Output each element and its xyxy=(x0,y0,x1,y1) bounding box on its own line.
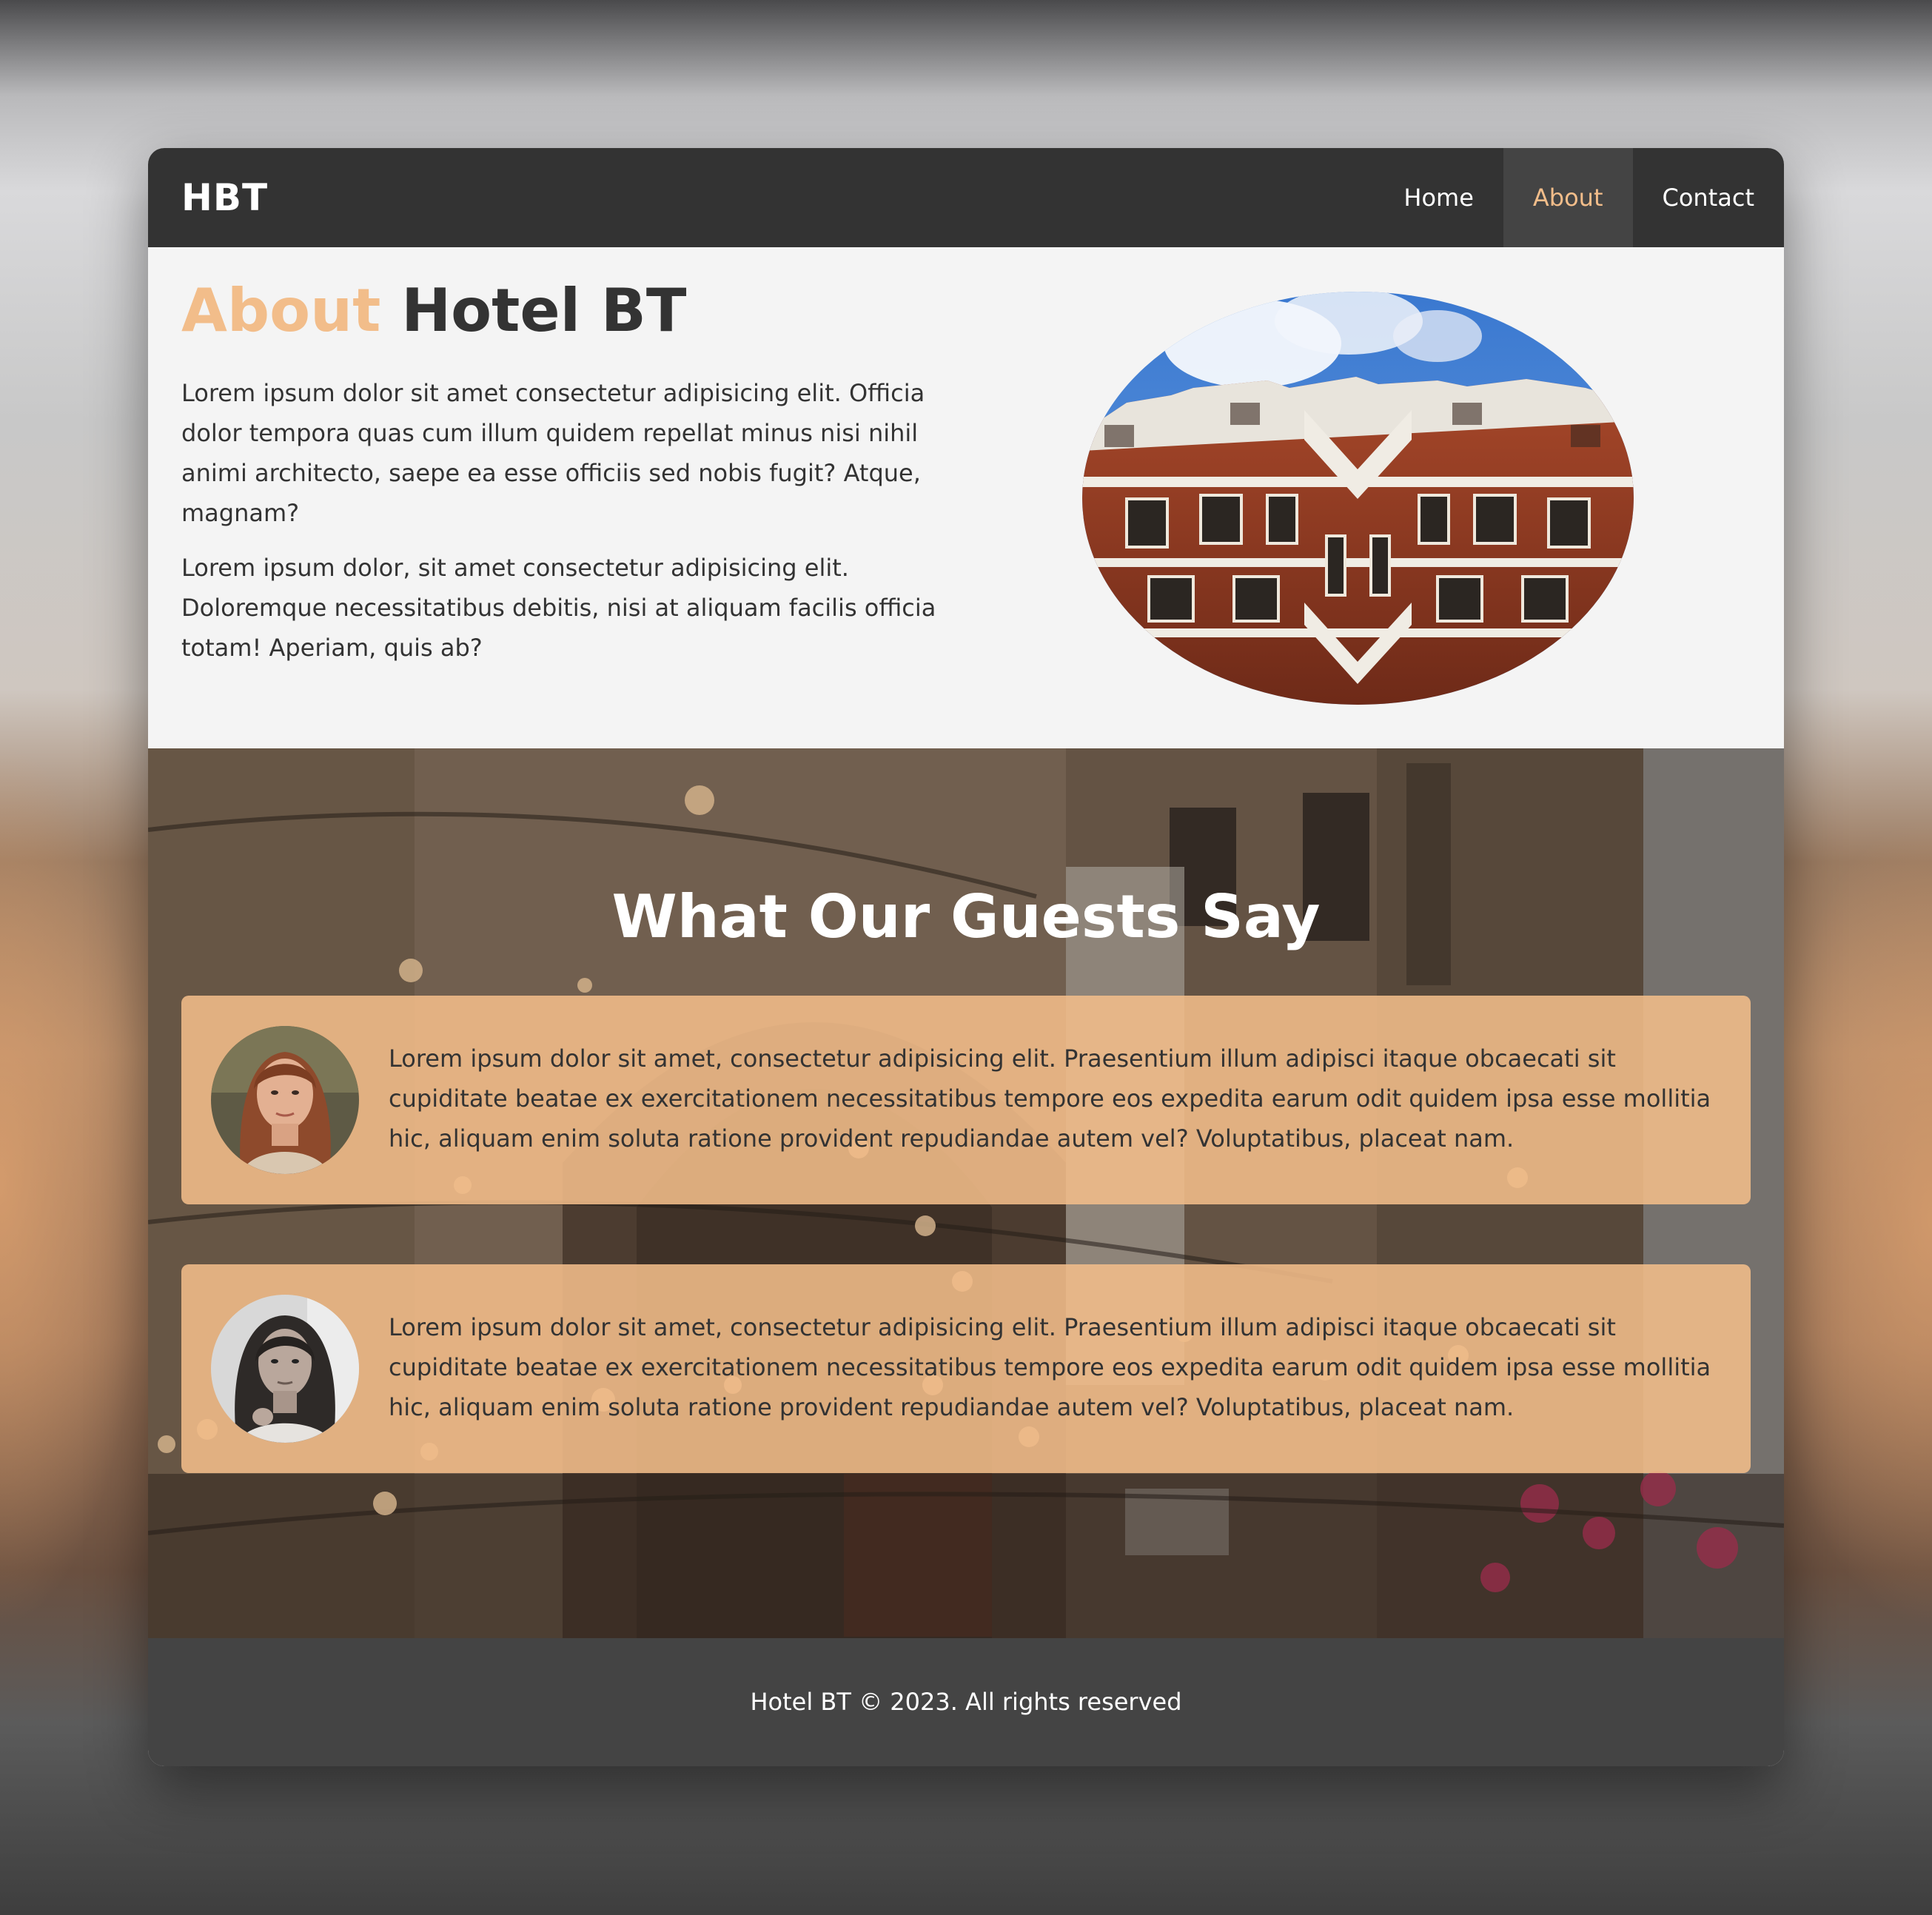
testimonials-section: What Our Guests Say Lorem ipsum dolor si… xyxy=(148,748,1784,1638)
testimonial-text: Lorem ipsum dolor sit amet, consectetur … xyxy=(389,1044,1711,1153)
about-section: About Hotel BT Lorem ipsum dolor sit ame… xyxy=(148,247,1784,748)
navbar: HBT Home About Contact xyxy=(148,148,1784,247)
about-text: Lorem ipsum dolor sit amet consectetur a… xyxy=(181,373,959,683)
site-logo[interactable]: HBT xyxy=(181,148,268,247)
guest-avatar xyxy=(211,1295,359,1443)
testimonial-text: Lorem ipsum dolor sit amet, consectetur … xyxy=(389,1313,1711,1421)
about-title-rest: Hotel BT xyxy=(380,276,687,345)
nav-link-about[interactable]: About xyxy=(1503,148,1633,247)
about-title: About Hotel BT xyxy=(181,277,686,345)
testimonials-title: What Our Guests Say xyxy=(611,882,1321,951)
footer: Hotel BT © 2023. All rights reserved xyxy=(148,1638,1784,1766)
hotel-building-image xyxy=(1082,292,1634,705)
nav-link-home[interactable]: Home xyxy=(1374,148,1503,247)
about-title-accent: About xyxy=(181,276,381,345)
testimonial-card: Lorem ipsum dolor sit amet, consectetur … xyxy=(181,996,1751,1204)
backdrop-glow-left xyxy=(0,740,148,1629)
testimonial-card: Lorem ipsum dolor sit amet, consectetur … xyxy=(181,1264,1751,1473)
guest-avatar xyxy=(211,1026,359,1174)
browser-page: HBT Home About Contact About Hotel BT Lo… xyxy=(148,148,1784,1766)
nav-link-contact[interactable]: Contact xyxy=(1633,148,1785,247)
footer-copyright: Hotel BT © 2023. All rights reserved xyxy=(750,1688,1182,1716)
about-paragraph-2: Lorem ipsum dolor, sit amet consectetur … xyxy=(181,554,936,662)
about-paragraph-1: Lorem ipsum dolor sit amet consectetur a… xyxy=(181,379,925,527)
nav-links: Home About Contact xyxy=(1374,148,1784,247)
